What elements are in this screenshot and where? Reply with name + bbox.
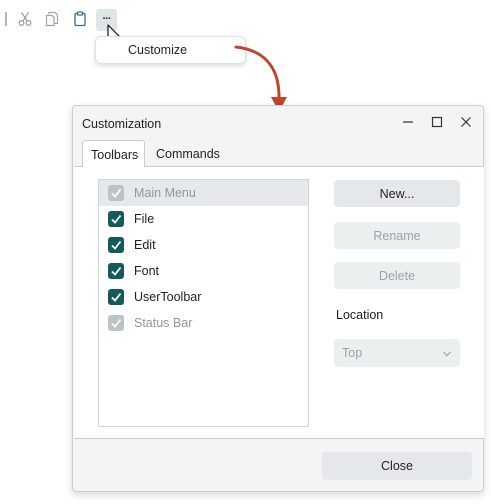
list-item[interactable]: File — [99, 206, 308, 232]
customization-dialog: Customization Toolbars Commands Main Men… — [72, 105, 484, 492]
list-item-label: File — [134, 212, 155, 226]
copy-button[interactable] — [42, 8, 62, 30]
location-select[interactable]: Top — [334, 339, 460, 367]
dialog-title: Customization — [82, 117, 162, 131]
customize-popup-menu: Customize — [95, 36, 246, 64]
toolbar-grip[interactable] — [5, 12, 7, 26]
list-item[interactable]: Edit — [99, 232, 308, 258]
checkbox[interactable] — [108, 315, 124, 331]
close-window-button[interactable] — [457, 114, 475, 132]
maximize-icon — [431, 116, 443, 131]
check-icon — [111, 266, 122, 276]
minimize-button[interactable] — [399, 114, 417, 132]
tab-toolbars[interactable]: Toolbars — [82, 140, 145, 167]
location-label: Location — [336, 308, 384, 322]
scissors-icon — [17, 11, 33, 27]
checkbox[interactable] — [108, 263, 124, 279]
location-select-value: Top — [342, 346, 363, 360]
copy-icon — [44, 11, 60, 27]
new-button[interactable]: New... — [334, 180, 460, 207]
rename-button[interactable]: Rename — [334, 222, 460, 249]
maximize-button[interactable] — [428, 114, 446, 132]
close-icon — [460, 116, 472, 131]
check-icon — [111, 214, 122, 224]
clipboard-icon — [72, 11, 88, 27]
list-item-label: Main Menu — [134, 186, 196, 200]
toolbars-list[interactable]: Main Menu File Edit Font UserToolbar Sta… — [98, 179, 309, 427]
list-item[interactable]: UserToolbar — [99, 284, 308, 310]
minimize-icon — [402, 116, 414, 131]
cut-button[interactable] — [15, 8, 35, 30]
more-icon: ··· — [102, 12, 112, 25]
checkbox[interactable] — [108, 289, 124, 305]
checkbox[interactable] — [108, 237, 124, 253]
list-item-label: UserToolbar — [134, 290, 202, 304]
check-icon — [111, 292, 122, 302]
check-icon — [111, 318, 122, 328]
checkbox[interactable] — [108, 185, 124, 201]
list-item-label: Status Bar — [134, 316, 193, 330]
checkbox[interactable] — [108, 211, 124, 227]
check-icon — [111, 188, 122, 198]
delete-button[interactable]: Delete — [334, 262, 460, 289]
list-item[interactable]: Main Menu — [99, 180, 308, 206]
check-icon — [111, 240, 122, 250]
tab-commands[interactable]: Commands — [148, 140, 228, 167]
list-item-label: Edit — [134, 238, 156, 252]
chevron-down-icon — [442, 348, 452, 362]
list-item[interactable]: Status Bar — [99, 310, 308, 336]
list-item[interactable]: Font — [99, 258, 308, 284]
paste-button[interactable] — [70, 8, 90, 30]
list-item-label: Font — [134, 264, 160, 278]
customize-menu-item[interactable]: Customize — [128, 43, 187, 57]
close-button[interactable]: Close — [322, 452, 472, 480]
